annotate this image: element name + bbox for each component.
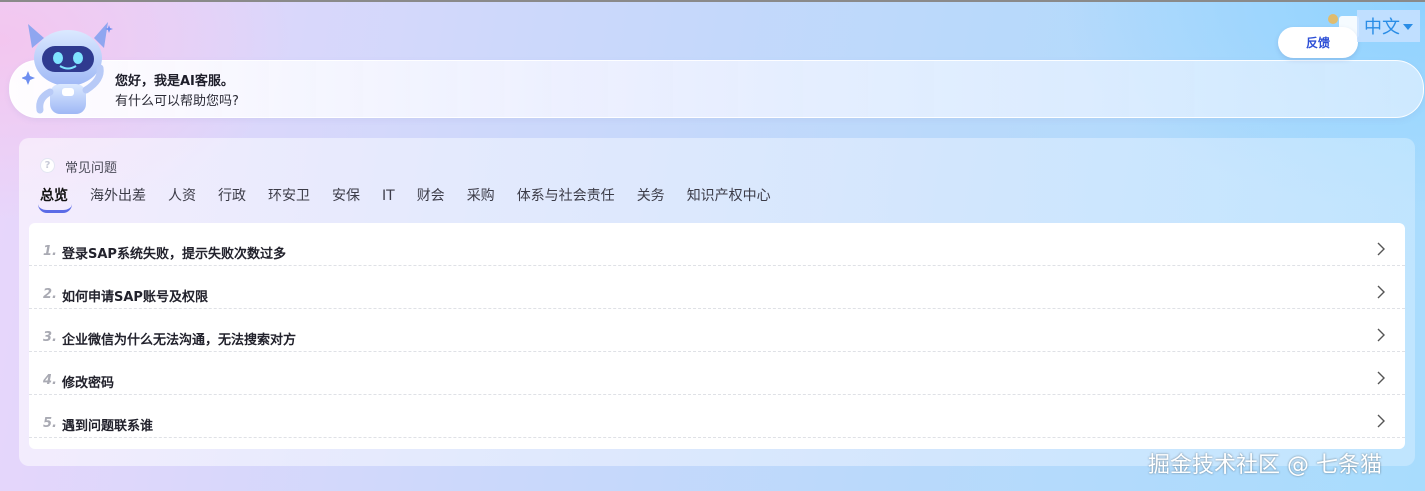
watermark: 掘金技术社区 @ 七条猫 <box>1148 453 1382 478</box>
faq-question-row[interactable]: 1. 登录SAP系统失败，提示失败次数过多 <box>29 223 1405 266</box>
tab-it[interactable]: IT <box>382 186 395 210</box>
caret-down-icon <box>1403 24 1413 30</box>
faq-category-tabs: 总览 海外出差 人资 行政 环安卫 安保 IT 财会 采购 体系与社会责任 关务… <box>38 186 793 213</box>
faq-question-row[interactable]: 2. 如何申请SAP账号及权限 <box>29 266 1405 309</box>
language-select[interactable]: 中文 <box>1357 10 1420 42</box>
faq-question-row[interactable]: 3. 企业微信为什么无法沟通，无法搜索对方 <box>29 309 1405 352</box>
tab-ip-center[interactable]: 知识产权中心 <box>687 186 771 210</box>
feedback-button[interactable]: 反馈 <box>1278 27 1358 58</box>
question-text: 登录SAP系统失败，提示失败次数过多 <box>62 247 286 262</box>
decoration-dot <box>1328 14 1338 24</box>
tab-overview[interactable]: 总览 <box>38 186 72 213</box>
question-number: 5. <box>43 416 57 431</box>
language-value: 中文 <box>1364 17 1400 38</box>
question-text: 企业微信为什么无法沟通，无法搜索对方 <box>62 333 297 348</box>
tab-security[interactable]: 安保 <box>332 186 360 210</box>
question-number: 1. <box>43 244 57 259</box>
tab-system-csr[interactable]: 体系与社会责任 <box>517 186 615 210</box>
question-icon: ? <box>40 158 55 173</box>
greeting-subtitle: 有什么可以帮助您吗? <box>115 94 239 109</box>
question-text: 修改密码 <box>62 376 115 391</box>
tab-admin[interactable]: 行政 <box>218 186 246 210</box>
window-top-border <box>0 0 1425 2</box>
tab-procurement[interactable]: 采购 <box>467 186 495 210</box>
greeting-banner <box>9 60 1424 118</box>
faq-question-row[interactable]: 4. 修改密码 <box>29 352 1405 395</box>
question-text: 如何申请SAP账号及权限 <box>62 290 208 305</box>
tab-finance[interactable]: 财会 <box>417 186 445 210</box>
tab-ehs[interactable]: 环安卫 <box>268 186 310 210</box>
question-number: 4. <box>43 373 57 388</box>
chevron-right-icon <box>1377 371 1385 385</box>
faq-question-list: 1. 登录SAP系统失败，提示失败次数过多 2. 如何申请SAP账号及权限 3.… <box>29 223 1405 449</box>
question-number: 3. <box>43 330 57 345</box>
faq-title: 常见问题 <box>65 161 118 176</box>
tab-hr[interactable]: 人资 <box>168 186 196 210</box>
robot-mascot-icon <box>22 22 113 114</box>
faq-question-row[interactable]: 5. 遇到问题联系谁 <box>29 395 1405 438</box>
chevron-right-icon <box>1377 328 1385 342</box>
chevron-right-icon <box>1377 242 1385 256</box>
tab-overseas-travel[interactable]: 海外出差 <box>90 186 146 210</box>
question-text: 遇到问题联系谁 <box>62 419 154 434</box>
greeting-title: 您好，我是AI客服。 <box>115 74 234 89</box>
chevron-right-icon <box>1377 414 1385 428</box>
question-number: 2. <box>43 287 57 302</box>
tab-customs[interactable]: 关务 <box>637 186 665 210</box>
chevron-right-icon <box>1377 285 1385 299</box>
